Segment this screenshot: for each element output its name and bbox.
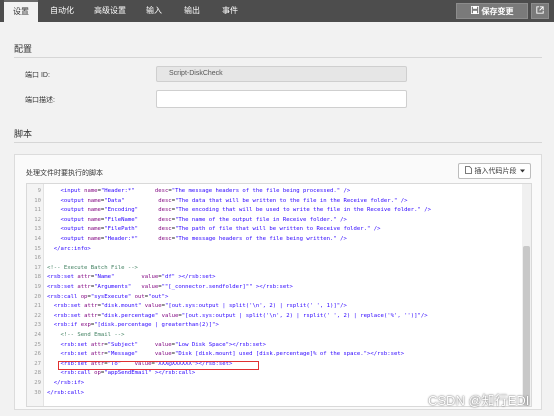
insert-snippet-button[interactable]: 插入代码片段 [458,163,531,179]
code-text: <rsb:set attr="Arguments" value=""[_conn… [47,284,293,290]
line-number: 20 [34,293,41,300]
code-text: <!-- Execute Batch File --> [47,264,138,271]
config-divider [14,57,542,58]
code-text: <output name="Header:*" desc="The messag… [60,236,347,242]
code-line: 28 <rsb:call op="appSendEmail" ></rsb:ca… [27,369,522,378]
line-number: 19 [34,284,41,290]
code-line: 16 [27,254,522,263]
script-section-title: 脚本 [14,129,33,139]
line-number: 12 [34,216,41,223]
save-icon [470,6,479,16]
port-id-field[interactable]: Script-DiskCheck [156,66,407,82]
port-description-field[interactable] [156,90,407,108]
code-text: <output name="FileName" desc="The name o… [60,216,347,223]
code-text: </arc:info> [53,245,91,252]
tab-advanced[interactable]: 高级设置 [88,0,132,22]
config-section-title: 配置 [14,44,33,54]
script-panel-label: 处理文件时要执行的脚本 [26,170,103,177]
code-line: 24 <!-- Send Email --> [27,331,522,340]
tab-output[interactable]: 输出 [178,0,206,22]
port-description-label: 端口描述: [25,97,55,104]
code-line: 10 <output name="Data" desc="The data th… [27,197,522,206]
code-line: 11 <output name="Encoding" desc="The enc… [27,206,522,215]
document-icon [464,166,472,176]
code-text: </rsb:call> [47,389,85,396]
code-text: <input name="Header:*" desc="The message… [60,188,351,194]
code-line: 25 <rsb:set attr="Subject" value="Low Di… [27,341,522,350]
line-number: 10 [34,197,41,204]
code-line: 19 <rsb:set attr="Arguments" value=""[_co… [27,283,522,292]
code-line: 9 <input name="Header:*" desc="The messa… [27,187,522,196]
code-text: <rsb:call op="appSendEmail" ></rsb:call> [60,370,196,377]
tab-input[interactable]: 输入 [140,0,168,22]
code-text: <rsb:if exp="[disk.percentage | greatert… [53,322,219,329]
external-link-button[interactable] [531,3,549,19]
tab-settings[interactable]: 设置 [4,0,38,22]
scrollbar-thumb[interactable] [523,246,530,406]
line-number: 11 [34,207,41,214]
code-text: </rsb:if> [53,380,85,386]
line-number: 30 [34,389,41,396]
line-number: 29 [34,380,41,386]
code-text: <!-- Send Email --> [60,332,125,338]
code-text: <rsb:set attr="disk.percentage" value="[… [53,312,428,319]
watermark: CSDN @知行EDI [428,393,530,408]
code-line: 29 </rsb:if> [27,379,522,388]
code-line: 18 <rsb:set attr="Name" value="df" ></rsb… [27,273,522,282]
insert-snippet-label: 插入代码片段 [474,168,517,175]
tab-automation[interactable]: 自动化 [44,0,80,22]
line-number: 23 [34,322,41,329]
external-link-icon [536,6,544,16]
code-line: 13 <output name="FilePath" desc="The pat… [27,225,522,234]
code-line: 15 </arc:info> [27,245,522,254]
code-text: <rsb:set attr="disk.mount" value="[out.s… [53,303,347,310]
code-line: 21 <rsb:set attr="disk.mount" value="[ou… [27,302,522,311]
script-divider [14,142,542,143]
top-nav-bar: 设置 自动化 高级设置 输入 输出 事件 保存变更 [0,0,554,22]
code-text: <output name="FilePath" desc="The path o… [60,226,381,233]
highlight-box [58,361,259,370]
line-number: 17 [34,264,41,271]
code-text: <output name="Encoding" desc="The encodi… [60,207,432,214]
line-number: 24 [34,332,41,338]
line-number: 13 [34,226,41,233]
line-number: 28 [34,370,41,377]
script-editor[interactable]: 9 <input name="Header:*" desc="The messa… [26,183,532,407]
editor-scrollbar[interactable] [522,184,531,406]
save-changes-button[interactable]: 保存变更 [456,3,528,19]
line-number: 26 [34,351,41,358]
code-line: 26 <rsb:set attr="Message" value="Disk [… [27,350,522,359]
code-text: <rsb:set attr="Message" value="Disk [dis… [60,351,405,358]
line-number: 25 [34,341,41,348]
line-number: 16 [34,255,41,262]
code-line: 12 <output name="FileName" desc="The nam… [27,216,522,225]
code-line: 14 <output name="Header:*" desc="The mes… [27,235,522,244]
code-text: <rsb:call op="sysExecute" out="out"> [47,293,169,300]
code-line: 17 <!-- Execute Batch File --> [27,264,522,273]
line-number: 9 [37,188,41,194]
line-number: 22 [34,312,41,319]
port-id-label: 端口 ID: [25,72,50,79]
code-line: 23 <rsb:if exp="[disk.percentage | great… [27,321,522,330]
line-number: 15 [34,245,41,252]
line-number: 27 [34,360,41,367]
caret-down-icon [519,168,525,175]
line-number: 14 [34,236,41,242]
code-text: <rsb:set attr="Subject" value="Low Disk … [60,341,266,348]
code-text: <output name="Data" desc="The data that … [60,197,408,204]
code-line: 22 <rsb:set attr="disk.percentage" value… [27,312,522,321]
code-text: <rsb:set attr="Name" value="df" ></rsb:s… [47,274,216,281]
save-changes-label: 保存变更 [481,6,514,16]
line-number: 21 [34,303,41,310]
line-number: 18 [34,274,41,281]
code-line: 20 <rsb:call op="sysExecute" out="out"> [27,293,522,302]
tab-events[interactable]: 事件 [216,0,244,22]
